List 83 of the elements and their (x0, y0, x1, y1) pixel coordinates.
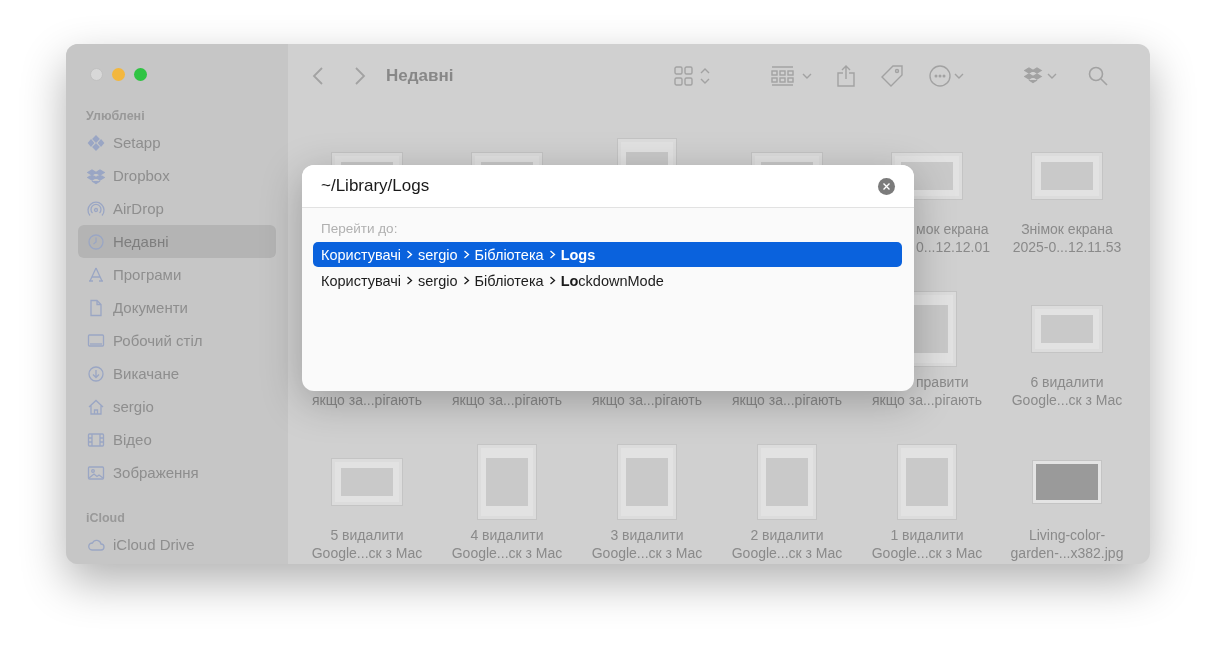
file-thumbnail[interactable] (898, 445, 956, 519)
file-thumbnail[interactable] (332, 459, 402, 505)
file-name[interactable]: Living-color- (1028, 526, 1106, 544)
home-icon (87, 397, 105, 416)
file-name[interactable]: якщо за...рігають (312, 391, 422, 409)
icon-view-icon[interactable] (674, 66, 710, 86)
chevron-icon (406, 250, 414, 259)
more-icon[interactable] (929, 65, 965, 87)
tag-icon[interactable] (881, 65, 903, 87)
movies-icon (87, 430, 105, 449)
file-name[interactable]: 5 видалити (330, 526, 404, 544)
photo-placeholder[interactable] (1033, 461, 1101, 503)
file-name[interactable]: мок екрана (916, 220, 989, 238)
back-icon[interactable] (312, 67, 324, 85)
file-name[interactable]: Google...ск з Mac (1011, 391, 1123, 409)
file-name[interactable]: 2 видалити (750, 526, 824, 544)
file-name[interactable]: якщо за...рігають (592, 391, 702, 409)
documents-icon (87, 298, 105, 317)
folder-name: Користувачі (321, 246, 402, 263)
file-name[interactable]: Google...ск з Mac (451, 544, 563, 562)
sidebar-item[interactable]: Робочий стіл (78, 324, 276, 357)
zoom-button[interactable] (134, 67, 147, 81)
sidebar-item[interactable]: Dropbox (78, 159, 276, 192)
sidebar-item[interactable]: sergio (78, 390, 276, 423)
file-thumbnail[interactable] (758, 445, 816, 519)
chevron-icon (548, 250, 556, 259)
path-field[interactable]: ~/Library/Logs (302, 165, 914, 208)
file-name[interactable]: якщо за...рігають (732, 391, 842, 409)
file-name[interactable]: garden-...x382.jpg (1010, 544, 1124, 562)
sidebar-item[interactable]: Викачане (78, 357, 276, 390)
sidebar-item[interactable]: AirDrop (78, 192, 276, 225)
section-label: Перейти до: (320, 220, 399, 238)
close-icon (883, 182, 890, 190)
pictures-icon (87, 463, 105, 482)
file-name[interactable]: Google...ск з Mac (591, 544, 703, 562)
folder-name: sergio (418, 272, 458, 289)
forward-icon[interactable] (354, 67, 366, 85)
desktop-icon (87, 331, 105, 350)
apps-icon (87, 265, 105, 284)
chevron-icon (406, 276, 414, 285)
sidebar-item[interactable]: Програми (78, 258, 276, 291)
file-thumbnail[interactable] (1032, 306, 1102, 352)
file-name[interactable]: 0...12.12.01 (916, 238, 990, 256)
file-name[interactable]: Google...ск з Mac (871, 544, 983, 562)
share-icon[interactable] (837, 65, 855, 87)
sidebar-item[interactable]: Зображення (78, 456, 276, 489)
dropbox-icon[interactable] (1024, 66, 1058, 86)
search-icon[interactable] (1088, 66, 1108, 86)
file-name[interactable]: 6 видалити (1030, 373, 1104, 391)
sidebar-item[interactable]: Відео (78, 423, 276, 456)
chevron-icon (548, 276, 556, 285)
chevron-icon (462, 276, 470, 285)
file-thumbnail[interactable] (618, 445, 676, 519)
folder-name: LockdownMode (560, 272, 664, 289)
clear-button[interactable] (878, 177, 895, 195)
path-input[interactable]: ~/Library/Logs (321, 176, 878, 196)
sidebar-item[interactable]: iCloud Drive (78, 528, 276, 561)
file-thumbnail[interactable] (478, 445, 536, 519)
window-title: Недавні (386, 66, 455, 86)
sidebar-item[interactable]: Setapp (78, 126, 276, 159)
folder-name: Бібліотека (474, 246, 544, 263)
sidebar-item[interactable]: Документи (78, 291, 276, 324)
folder-name: Користувачі (321, 272, 402, 289)
folder-name: Бібліотека (474, 272, 544, 289)
file-name[interactable]: 4 видалити (470, 526, 544, 544)
file-name[interactable]: 2025-0...12.11.53 (1012, 238, 1122, 256)
path-suggestion[interactable]: Користувачі sergio Бібліотека LockdownMode (313, 268, 902, 293)
downloads-icon (87, 364, 105, 383)
file-name[interactable]: 3 видалити (610, 526, 684, 544)
file-thumbnail[interactable] (1032, 153, 1102, 199)
file-name[interactable]: правити (916, 373, 969, 391)
file-name[interactable]: якщо за...рігають (452, 391, 562, 409)
chevron-icon (462, 250, 470, 259)
folder-name: Logs (560, 246, 596, 263)
file-name[interactable]: Google...ск з Mac (311, 544, 423, 562)
file-name[interactable]: якщо за...рігають (872, 391, 982, 409)
folder-name: sergio (418, 246, 458, 263)
file-name[interactable]: Google...ск з Mac (731, 544, 843, 562)
group-icon[interactable] (771, 66, 813, 86)
path-suggestion[interactable]: Користувачі sergio Бібліотека Logs (313, 242, 902, 267)
minimize-button[interactable] (112, 67, 125, 81)
file-name[interactable]: Знімок екрана (1021, 220, 1113, 238)
file-name[interactable]: 1 видалити (890, 526, 964, 544)
